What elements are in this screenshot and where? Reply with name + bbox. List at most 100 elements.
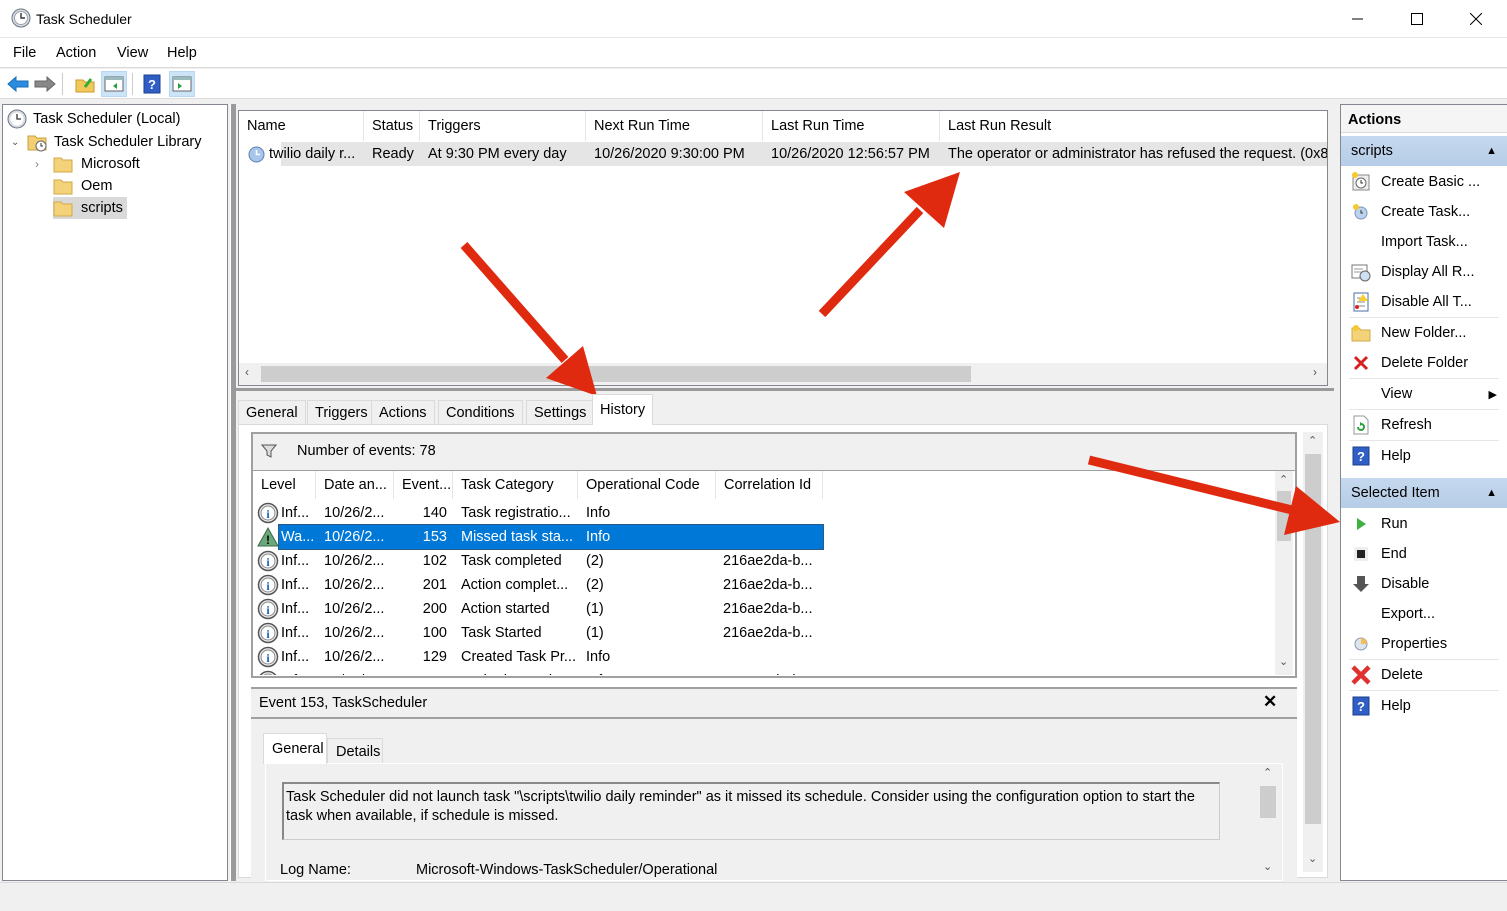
column-header-name[interactable]: Name bbox=[239, 111, 364, 141]
maximize-button[interactable] bbox=[1394, 0, 1440, 38]
column-header-status[interactable]: Status bbox=[364, 111, 420, 141]
scroll-up-icon[interactable]: ⌃ bbox=[1263, 766, 1272, 779]
show-hide-action-pane-button[interactable] bbox=[169, 71, 195, 97]
tree-node-library[interactable]: ⌄ Task Scheduler Library bbox=[11, 131, 202, 153]
action-display-all-r[interactable]: Display All R... bbox=[1341, 257, 1507, 287]
ev-column-correlation[interactable]: Correlation Id bbox=[716, 471, 823, 499]
scroll-up-icon[interactable]: ⌃ bbox=[1279, 473, 1288, 486]
action-label: Create Task... bbox=[1381, 204, 1471, 220]
scrollbar-thumb[interactable] bbox=[261, 366, 971, 382]
action-delete-folder[interactable]: Delete Folder bbox=[1341, 348, 1507, 378]
task-name[interactable]: twilio daily r... bbox=[261, 142, 364, 166]
tab-general[interactable]: General bbox=[238, 400, 306, 424]
action-disable-all-t[interactable]: Disable All T... bbox=[1341, 287, 1507, 317]
action-disable[interactable]: Disable bbox=[1341, 569, 1507, 599]
action-create-basic[interactable]: Create Basic ... bbox=[1341, 167, 1507, 197]
action-properties[interactable]: Properties bbox=[1341, 629, 1507, 659]
tab-actions[interactable]: Actions bbox=[371, 400, 435, 424]
chevron-down-icon[interactable]: ⌄ bbox=[11, 137, 27, 148]
filter-icon[interactable] bbox=[261, 443, 277, 459]
task-next-run: 10/26/2020 9:30:00 PM bbox=[594, 146, 745, 162]
detail-tab-general[interactable]: General bbox=[263, 733, 327, 764]
action-create-task[interactable]: Create Task... bbox=[1341, 197, 1507, 227]
detail-vertical-scrollbar[interactable]: ⌃ ⌄ bbox=[1258, 764, 1278, 880]
action-help[interactable]: ? Help bbox=[1341, 441, 1507, 471]
detail-tab-details[interactable]: Details bbox=[327, 738, 383, 764]
info-icon: i bbox=[257, 501, 279, 525]
tab-conditions[interactable]: Conditions bbox=[438, 400, 523, 424]
action-label: View bbox=[1381, 386, 1413, 402]
column-header-last-run[interactable]: Last Run Time bbox=[763, 111, 940, 141]
events-vertical-scrollbar[interactable]: ⌃ ⌄ bbox=[1275, 471, 1293, 675]
chevron-right-icon[interactable]: › bbox=[35, 157, 53, 171]
help-button[interactable]: ? bbox=[139, 71, 165, 97]
tree-node-task-scheduler-local[interactable]: Task Scheduler (Local) bbox=[7, 108, 181, 130]
tab-triggers[interactable]: Triggers bbox=[307, 400, 376, 424]
forward-button[interactable] bbox=[32, 71, 58, 97]
event-cell-date: 10/26/2... bbox=[324, 505, 385, 521]
scroll-left-icon[interactable]: ‹ bbox=[245, 365, 249, 379]
info-icon: i bbox=[257, 621, 279, 645]
back-button[interactable] bbox=[5, 71, 31, 97]
action-end[interactable]: End bbox=[1341, 539, 1507, 569]
minimize-button[interactable] bbox=[1335, 0, 1381, 38]
ev-column-level[interactable]: Level bbox=[253, 471, 316, 499]
history-vertical-scrollbar[interactable]: ⌃ ⌄ bbox=[1303, 432, 1323, 872]
action-help[interactable]: ? Help bbox=[1341, 691, 1507, 721]
action-export[interactable]: Export... bbox=[1341, 599, 1507, 629]
action-view[interactable]: View ▶ bbox=[1341, 379, 1507, 409]
help-icon: ? bbox=[1341, 696, 1381, 716]
actions-section-header-scripts[interactable]: scripts ▲ bbox=[1341, 136, 1507, 166]
action-run[interactable]: Run bbox=[1341, 509, 1507, 539]
horizontal-scrollbar[interactable]: ‹ › bbox=[239, 363, 1327, 385]
menu-action[interactable]: Action bbox=[56, 45, 96, 61]
close-detail-icon[interactable]: ✕ bbox=[1263, 692, 1277, 712]
event-cell-event: 200 bbox=[422, 601, 447, 617]
scroll-right-icon[interactable]: › bbox=[1313, 365, 1317, 379]
library-folder-icon bbox=[27, 135, 47, 152]
scroll-down-icon[interactable]: ⌄ bbox=[1263, 860, 1272, 873]
collapse-icon[interactable]: ▲ bbox=[1486, 136, 1497, 166]
scrollbar-thumb[interactable] bbox=[1305, 454, 1321, 824]
tree-node-oem[interactable]: Oem bbox=[53, 175, 112, 197]
ev-column-date[interactable]: Date an... bbox=[316, 471, 394, 499]
end-icon bbox=[1341, 546, 1381, 562]
column-header-next-run[interactable]: Next Run Time bbox=[586, 111, 763, 141]
action-new-folder[interactable]: New Folder... bbox=[1341, 318, 1507, 348]
ev-column-category[interactable]: Task Category bbox=[453, 471, 578, 499]
action-label: New Folder... bbox=[1381, 325, 1467, 341]
scrollbar-thumb[interactable] bbox=[1260, 786, 1276, 818]
tab-history[interactable]: History bbox=[592, 394, 654, 425]
tree-node-scripts[interactable]: scripts bbox=[53, 197, 127, 219]
scroll-down-icon[interactable]: ⌄ bbox=[1279, 655, 1288, 668]
scrollbar-thumb[interactable] bbox=[1277, 491, 1291, 541]
disable-icon bbox=[1341, 575, 1381, 593]
event-cell-opcode: (1) bbox=[586, 625, 604, 641]
show-hide-console-tree-button[interactable] bbox=[101, 71, 127, 97]
action-delete[interactable]: Delete bbox=[1341, 660, 1507, 690]
menu-help[interactable]: Help bbox=[167, 45, 197, 61]
menu-view[interactable]: View bbox=[117, 45, 148, 61]
info-icon: i bbox=[257, 669, 279, 675]
tree-label: Task Scheduler Library bbox=[54, 134, 202, 150]
ev-column-event[interactable]: Event... bbox=[394, 471, 453, 499]
event-cell-opcode: Info bbox=[586, 529, 611, 545]
ev-column-opcode[interactable]: Operational Code bbox=[578, 471, 716, 499]
actions-section-header-selected-item[interactable]: Selected Item ▲ bbox=[1341, 478, 1507, 508]
run-icon bbox=[1341, 516, 1381, 532]
column-header-triggers[interactable]: Triggers bbox=[420, 111, 586, 141]
horizontal-splitter[interactable] bbox=[236, 388, 1334, 391]
scroll-down-icon[interactable]: ⌄ bbox=[1308, 852, 1317, 865]
column-header-last-result[interactable]: Last Run Result bbox=[940, 111, 1329, 141]
close-button[interactable] bbox=[1453, 0, 1499, 38]
tab-settings[interactable]: Settings bbox=[526, 400, 595, 424]
folder-icon bbox=[53, 179, 73, 195]
up-folder-button[interactable] bbox=[72, 71, 98, 97]
action-refresh[interactable]: Refresh bbox=[1341, 410, 1507, 440]
scroll-up-icon[interactable]: ⌃ bbox=[1308, 434, 1317, 447]
menu-file[interactable]: File bbox=[13, 45, 36, 61]
collapse-icon[interactable]: ▲ bbox=[1486, 478, 1497, 508]
tree-node-microsoft[interactable]: › Microsoft bbox=[35, 153, 140, 175]
action-import-task[interactable]: Import Task... bbox=[1341, 227, 1507, 257]
refresh-icon bbox=[1341, 415, 1381, 435]
